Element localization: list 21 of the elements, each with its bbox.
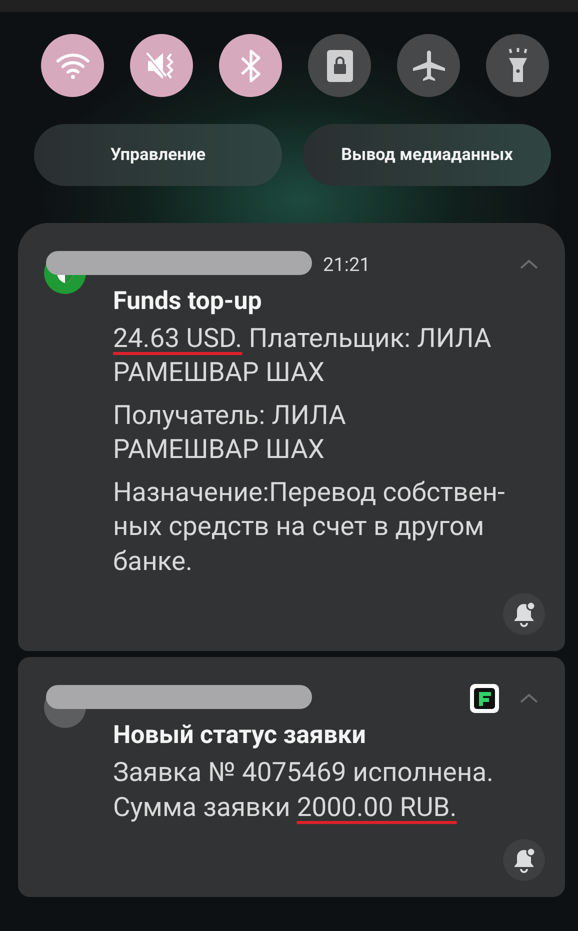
- panel-button[interactable]: Вывод медиаданных: [303, 124, 551, 186]
- notification-text: Получатель: ЛИЛА РАМЕШВАР ШАХ: [113, 398, 347, 468]
- wifi-icon: [56, 52, 90, 80]
- notification-text: 24.63 USD. Плательщик: ЛИЛА РАМЕШВАР ШАХ: [113, 322, 492, 390]
- notification-text: Заявка № 4075469 исполнена. Сумма заявки 2000.00 RUB.: [113, 756, 495, 824]
- collapse-icon[interactable]: [519, 692, 539, 704]
- snooze-bell-icon: [512, 846, 536, 873]
- panel-button[interactable]: Управление: [34, 124, 282, 186]
- snooze-button[interactable]: [503, 593, 545, 636]
- notification-card[interactable]: Новый статус заявки Заявка № 4075469 исполнена. Сумма заявки 2000.00 RUB.: [18, 657, 565, 897]
- bluetooth-icon: [238, 48, 262, 84]
- notification-title: Новый статус заявки: [113, 721, 367, 750]
- notification-card[interactable]: 21:21 Funds top-up 24.63 USD. Плательщик: ЛИЛА РАМЕШВАР ШАХ Получатель: ЛИЛА РАМЕШВАР ШАХ Назначение:Перевод собствен-ных средств на счет в другом банке.: [18, 223, 565, 652]
- snooze-button[interactable]: [503, 838, 545, 881]
- notification-title: Funds top-up: [113, 287, 263, 316]
- collapse-icon[interactable]: [519, 258, 539, 270]
- snooze-bell-icon: [512, 601, 536, 628]
- notification-text: Назначение:Перевод собствен-ных средств на счет в другом банке.: [113, 476, 506, 579]
- airplane-icon: [410, 48, 446, 82]
- notification-time: 21:21: [323, 252, 370, 276]
- lock-icon: [326, 50, 352, 82]
